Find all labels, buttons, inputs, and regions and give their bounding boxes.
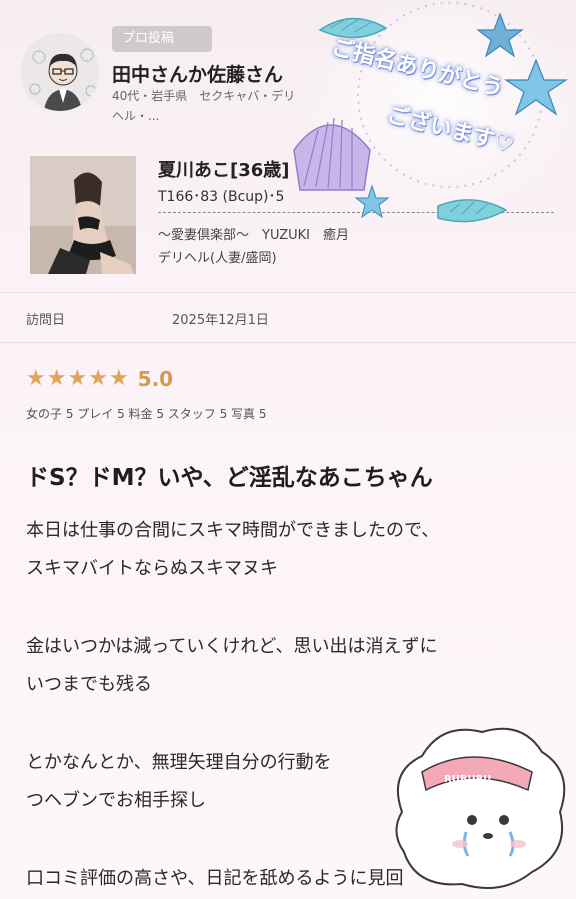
divider	[0, 292, 576, 293]
star-icon: ★	[108, 366, 129, 391]
review-page: プロ投稿 田中さんか佐藤さん 40代・岩手県 セクキャバ・デリ ヘル・... 夏…	[0, 0, 576, 899]
girl-size: T166･83 (Bcup)･5	[158, 189, 285, 205]
visit-date-value: 2025年12月1日	[172, 313, 269, 328]
pro-reviewer-badge: プロ投稿	[112, 26, 212, 52]
girl-photo[interactable]	[30, 156, 136, 274]
star-icon: ★	[26, 366, 46, 391]
reviewer-avatar[interactable]	[18, 30, 102, 114]
crying-dog-sticker-icon: RUBUBU	[382, 712, 576, 899]
sticker-headband-text: RUBUBU	[444, 774, 491, 785]
rating-subscores: 女の子 5 プレイ 5 料金 5 スタッフ 5 写真 5	[26, 407, 267, 421]
review-body-line: スキマバイトならぬスキマヌキ	[26, 558, 278, 579]
review-body-line: つヘブンでお相手探し	[26, 790, 206, 811]
review-body-line: 口コミ評価の高さや、日記を舐めるように見回	[26, 868, 404, 889]
review-title: ドS？ドM？いや、ど淫乱なあこちゃん	[26, 465, 433, 491]
star-icon: ★	[88, 366, 108, 391]
avatar-illustration-icon	[21, 33, 99, 111]
star-icon: ★	[46, 366, 67, 391]
girl-genre: デリヘル(人妻/盛岡)	[158, 251, 277, 266]
girl-photo-image	[30, 156, 136, 274]
review-body-line: いつまでも残る	[26, 674, 152, 695]
rating-score: 5.0	[137, 367, 174, 391]
seashell-starfish-stamp-icon: ご指名ありがとう ございます♡	[290, 0, 576, 250]
visit-date-label: 訪問日	[26, 313, 66, 328]
girl-name[interactable]: 夏川あこ[36歳]	[158, 156, 290, 182]
divider	[0, 342, 576, 343]
sticker-art: RUBUBU	[395, 727, 566, 889]
review-body-line: 金はいつかは減っていくけれど、思い出は消えずに	[26, 636, 438, 657]
review-body-line: とかなんとか、無理矢理自分の行動を	[26, 752, 332, 773]
star-icon: ★	[67, 366, 88, 391]
rating-stars: ★ ★ ★ ★ ★ 5.0	[26, 367, 173, 391]
reviewer-name[interactable]: 田中さんか佐藤さん	[112, 60, 283, 87]
review-body-line: 本日は仕事の合間にスキマ時間ができましたので、	[26, 520, 440, 541]
